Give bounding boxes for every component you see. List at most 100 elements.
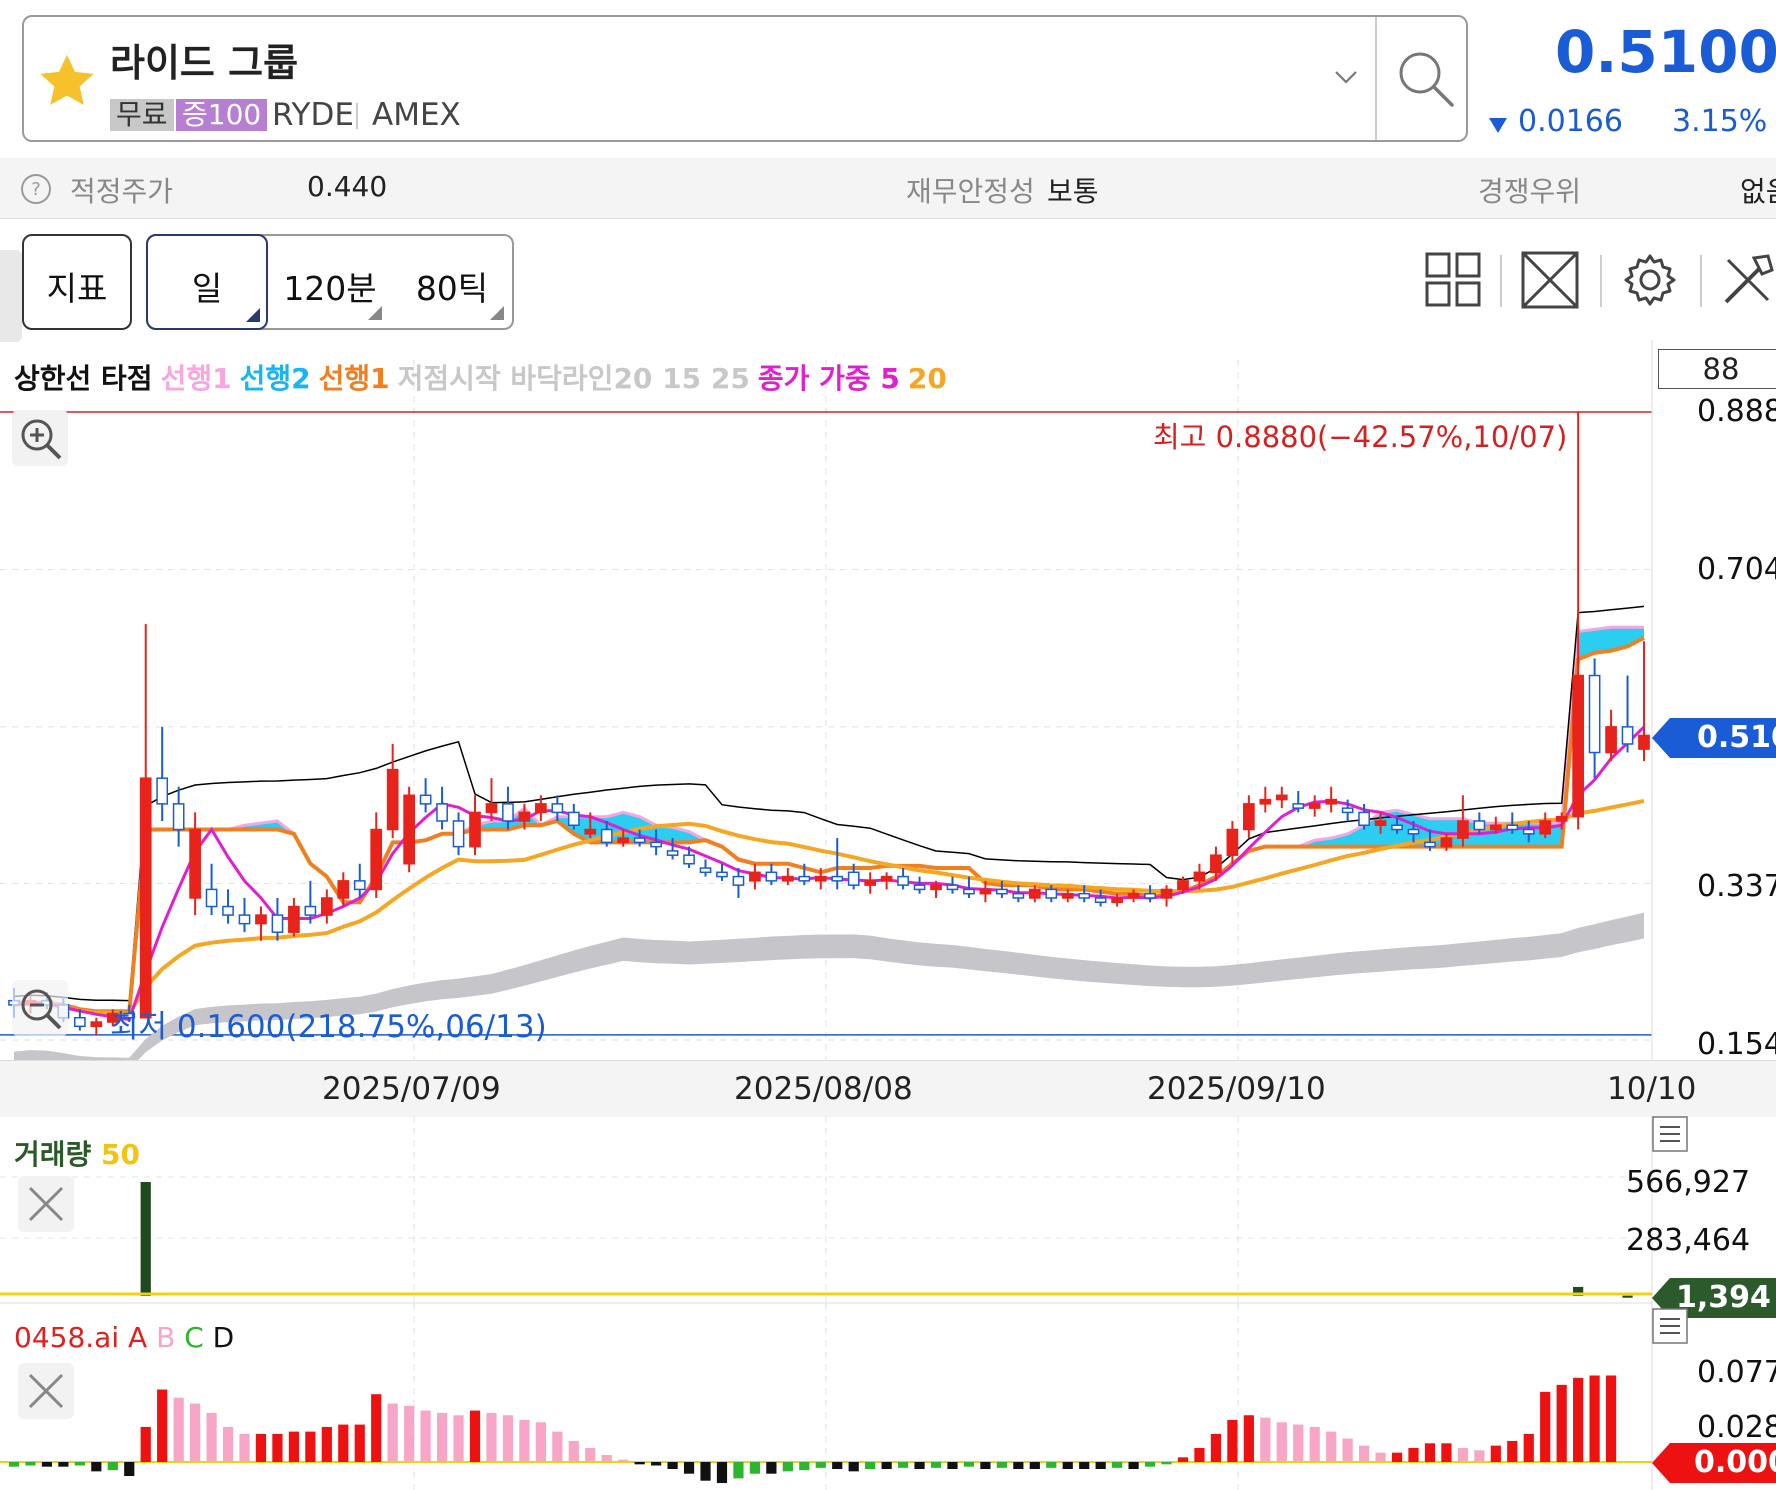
ai-panel-title: 0458.ai A B C D bbox=[14, 1321, 234, 1354]
search-icon[interactable] bbox=[1395, 48, 1457, 110]
candle-body bbox=[1226, 828, 1239, 856]
ai-bar bbox=[404, 1405, 415, 1462]
ai-bar bbox=[1095, 1462, 1106, 1470]
close-icon[interactable] bbox=[18, 1176, 74, 1232]
ai-bar bbox=[305, 1431, 316, 1462]
ai-bar bbox=[1161, 1462, 1172, 1465]
ai-bar bbox=[1046, 1462, 1057, 1468]
free-badge: 무료 bbox=[110, 99, 174, 131]
ai-bar bbox=[58, 1462, 69, 1467]
indicator-button[interactable]: 지표 bbox=[22, 234, 132, 330]
ai-bar bbox=[634, 1462, 645, 1465]
stock-name: 라이드 그룹 bbox=[110, 41, 299, 85]
chevron-down-icon[interactable] bbox=[1333, 64, 1359, 90]
menu-icon[interactable] bbox=[1652, 1116, 1688, 1152]
ai-bar bbox=[1177, 1457, 1189, 1462]
current-price: 0.5100 bbox=[1555, 18, 1776, 86]
divider bbox=[1500, 255, 1502, 307]
ai-bar bbox=[8, 1462, 20, 1467]
candle-body bbox=[1308, 803, 1321, 809]
close-icon[interactable] bbox=[18, 1363, 74, 1419]
volume-bar bbox=[140, 1182, 151, 1296]
ai-bar bbox=[1589, 1375, 1600, 1462]
ai-bar bbox=[683, 1462, 695, 1474]
ai-bar bbox=[618, 1459, 629, 1462]
ai-bar bbox=[206, 1412, 217, 1462]
ai-bar bbox=[387, 1403, 398, 1462]
ai-bar bbox=[1457, 1447, 1468, 1462]
ai-y-tick: 0.077 bbox=[1697, 1355, 1776, 1390]
ai-series-a: A bbox=[128, 1321, 148, 1354]
ai-bar bbox=[74, 1462, 85, 1466]
indicator-legend: 상한선 타점 선행1 선행2 선행1 저점시작 바닥라인20 15 25 종가 가중 52… bbox=[14, 357, 955, 397]
candle-body bbox=[946, 884, 959, 891]
fullscreen-icon[interactable] bbox=[1520, 250, 1580, 310]
ai-bar bbox=[601, 1454, 612, 1462]
ai-bar bbox=[1507, 1440, 1518, 1462]
gear-icon[interactable] bbox=[1620, 250, 1680, 310]
period-input[interactable]: 88 bbox=[1658, 349, 1776, 389]
star-icon[interactable] bbox=[34, 48, 100, 114]
period-80tick-button[interactable]: 80틱 bbox=[396, 262, 508, 310]
ai-indicator-chart[interactable] bbox=[0, 1304, 1776, 1490]
legend-leading1-orange: 선행1 bbox=[318, 362, 390, 395]
ai-series-c: C bbox=[184, 1321, 204, 1354]
legend-bottom-line: 저점시작 바닥라인20 15 25 bbox=[397, 362, 750, 395]
ai-bar bbox=[716, 1462, 728, 1484]
candle-body bbox=[271, 914, 284, 933]
zoom-out-icon[interactable] bbox=[12, 980, 68, 1036]
margin-badge: 증100 bbox=[176, 99, 268, 131]
candle-body bbox=[172, 803, 185, 831]
candle-body bbox=[1506, 824, 1519, 831]
candle-body bbox=[814, 875, 827, 882]
triangle-down-icon bbox=[1489, 118, 1507, 133]
zoom-in-icon[interactable] bbox=[12, 410, 68, 466]
ai-bar bbox=[420, 1410, 431, 1462]
candle-body bbox=[1292, 803, 1305, 809]
tools-icon[interactable] bbox=[1720, 250, 1776, 310]
candle-body bbox=[699, 867, 712, 874]
ai-bar bbox=[1375, 1452, 1386, 1462]
ai-bar bbox=[1523, 1433, 1534, 1462]
ai-bar bbox=[1194, 1447, 1205, 1462]
candle-body bbox=[1605, 726, 1617, 754]
ai-bar bbox=[1144, 1462, 1156, 1467]
ai-bar bbox=[157, 1389, 168, 1462]
ai-last-label: 0.000 bbox=[1694, 1445, 1776, 1480]
divider bbox=[1700, 255, 1702, 307]
y-tick-label: 0.888 bbox=[1697, 394, 1776, 429]
layout-grid-icon[interactable] bbox=[1424, 250, 1484, 310]
period-day-label: 일 bbox=[191, 269, 223, 308]
candle-body bbox=[1457, 820, 1469, 839]
help-icon[interactable]: ? bbox=[20, 173, 52, 205]
candle-body bbox=[633, 837, 646, 844]
ai-bar bbox=[1260, 1417, 1271, 1462]
candle-body bbox=[1555, 815, 1568, 822]
ai-bar bbox=[1210, 1433, 1222, 1462]
x-tick-label: 2025/07/09 bbox=[322, 1071, 501, 1107]
weighted-close-line bbox=[13, 725, 1646, 1022]
candle-body bbox=[1177, 880, 1189, 891]
period-120min-button[interactable]: 120분 bbox=[270, 262, 390, 310]
candle-body bbox=[1341, 807, 1354, 814]
volume-chart[interactable] bbox=[0, 1116, 1776, 1304]
candle-body bbox=[831, 875, 844, 882]
menu-icon[interactable] bbox=[1652, 1308, 1688, 1344]
x-tick-label: 10/10 bbox=[1607, 1071, 1697, 1107]
candle-body bbox=[913, 884, 926, 891]
ai-bar bbox=[486, 1412, 497, 1462]
ai-bar bbox=[190, 1403, 201, 1462]
ai-bar bbox=[1079, 1462, 1090, 1470]
period-day-button[interactable]: 일 bbox=[146, 234, 268, 330]
side-panel-handle[interactable] bbox=[0, 250, 22, 342]
price-change: 0.0166 bbox=[1518, 104, 1623, 139]
ai-bar bbox=[1605, 1375, 1617, 1462]
ai-bar bbox=[1128, 1462, 1139, 1470]
ai-bar bbox=[963, 1462, 975, 1467]
candle-body bbox=[1391, 824, 1403, 831]
candle-body bbox=[156, 777, 169, 805]
ai-bar bbox=[41, 1462, 53, 1467]
ai-bar bbox=[799, 1462, 810, 1471]
candle-body bbox=[996, 888, 1008, 895]
ai-bar bbox=[354, 1424, 365, 1462]
